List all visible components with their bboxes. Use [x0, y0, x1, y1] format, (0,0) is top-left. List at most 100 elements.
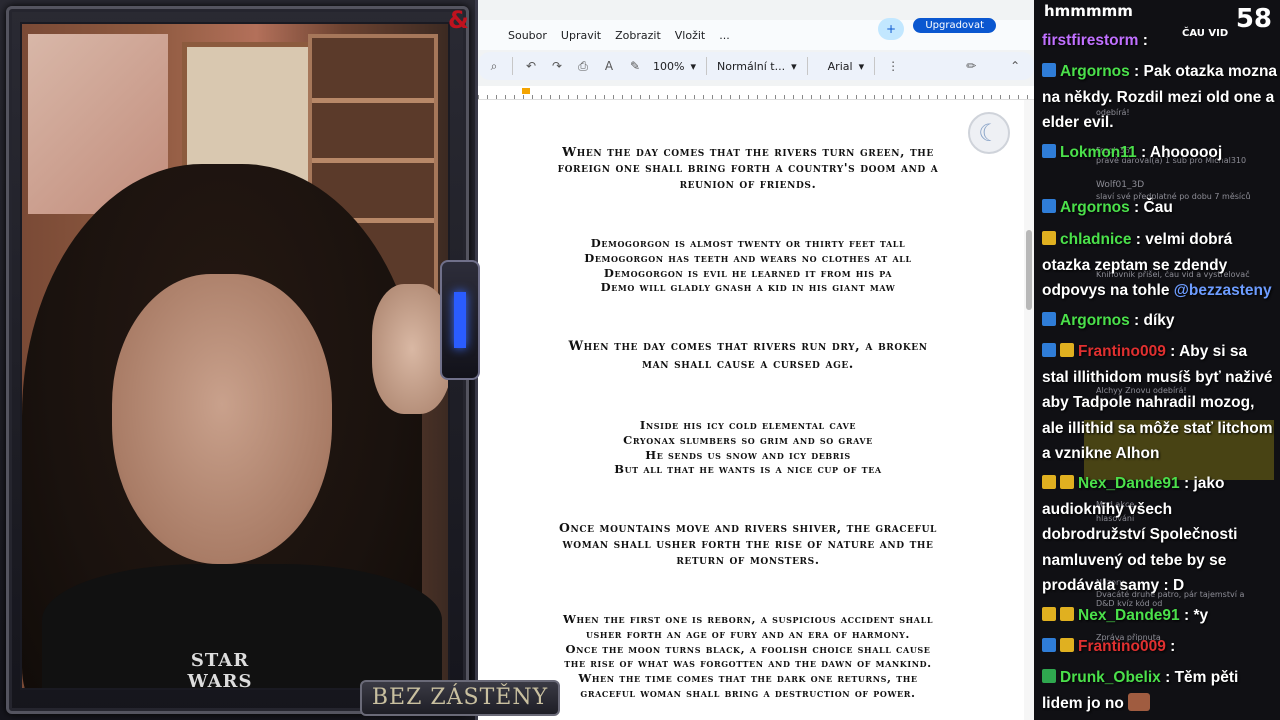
zoom-select[interactable]: 100% ▾	[653, 60, 696, 73]
warning-badge-icon	[1042, 607, 1056, 621]
document-scrollbar[interactable]	[1024, 100, 1034, 720]
ghost-text: Wolf01_3D	[1096, 180, 1145, 190]
toolbar-divider	[806, 57, 808, 75]
chat-username[interactable]: chladnice	[1060, 231, 1132, 248]
verse-line: But all that he wants is a nice cup of t…	[614, 462, 882, 477]
chat-message: Argornos : Čau	[1042, 195, 1278, 221]
scroll-thumb[interactable]	[1026, 230, 1032, 310]
verse-line: woman shall usher forth the rise of natu…	[562, 536, 934, 551]
verse-line: Cryonax slumbers so grim and so grave	[623, 432, 873, 447]
chat-mention[interactable]: @bezzasteny	[1174, 282, 1272, 299]
add-comment-icon[interactable]: +	[878, 18, 904, 40]
chat-username[interactable]: Argornos	[1060, 199, 1130, 216]
zoom-value: 100%	[653, 59, 685, 73]
streamer-face	[112, 274, 332, 564]
chevron-down-icon: ▾	[690, 59, 696, 73]
subscriber-badge-icon	[1042, 63, 1056, 77]
font-select[interactable]: Arial ▾	[828, 60, 864, 73]
print-icon[interactable]: ⎙	[575, 59, 591, 74]
verse-line: When the first one is reborn, a suspicio…	[562, 612, 934, 626]
spellcheck-icon[interactable]: A	[601, 59, 617, 73]
verse-line: the rise of what was forgotten and the d…	[564, 656, 932, 671]
chat-text: díky	[1143, 312, 1175, 329]
verse-line: He sends us snow and icy debris	[645, 447, 851, 462]
menu-edit[interactable]: Upravit	[561, 29, 601, 42]
warning-badge-icon	[1060, 638, 1074, 652]
vip-badge-icon	[1042, 231, 1056, 245]
dnd-logo-icon: &	[448, 6, 469, 34]
chat-username[interactable]: Drunk_Obelix	[1060, 669, 1161, 686]
paint-format-icon[interactable]: ✎	[627, 59, 643, 73]
subscriber-badge-icon	[1042, 638, 1056, 652]
verse-line: Demogorgon is almost twenty or thirty fe…	[590, 236, 906, 250]
chat-username[interactable]: Argornos	[1060, 312, 1130, 329]
chat-username[interactable]: Frantino009	[1078, 343, 1166, 360]
chat-message: chladnice : velmi dobrá otazka zeptam se…	[1042, 231, 1272, 299]
collapse-toolbar-icon[interactable]: ⌃	[1007, 59, 1023, 73]
warning-badge-icon	[1060, 343, 1074, 357]
menu-insert[interactable]: Vložit	[675, 29, 705, 42]
chat-text: jako audioknihy všech dobrodružství Spol…	[1042, 475, 1238, 594]
chat-text: *y	[1193, 607, 1209, 624]
verse-line: graceful woman shall bring a destruction…	[580, 685, 916, 700]
menu-view[interactable]: Zobrazit	[615, 29, 661, 42]
chat-username[interactable]: Nex_Dande91	[1078, 607, 1180, 624]
google-docs-window: Soubor Upravit Zobrazit Vložit ... + Upg…	[478, 0, 1034, 720]
subscriber-badge-icon	[1042, 343, 1056, 357]
subscriber-badge-icon	[1042, 144, 1056, 158]
menu-file[interactable]: Soubor	[508, 29, 547, 42]
verse-line: Demogorgon has teeth and wears no clothe…	[584, 250, 912, 265]
style-select[interactable]: Normální t... ▾	[717, 60, 797, 73]
edit-mode-icon[interactable]: ✏	[963, 59, 979, 73]
chat-message: Nex_Dande91 : jako audioknihy všech dobr…	[1042, 475, 1238, 594]
shirt-logo: STAR WARS	[187, 650, 253, 692]
upgrade-button[interactable]: Upgradovat	[913, 18, 996, 33]
document-page[interactable]: ☾ When the day comes that the rivers tur…	[478, 100, 1024, 720]
streamer-hand	[372, 284, 448, 414]
verse-line: Once mountains move and rivers shiver, t…	[559, 520, 937, 535]
ruler[interactable]	[478, 86, 1034, 100]
verse-line: Demo will gladly gnash a kid in his gian…	[600, 280, 896, 295]
chat-panel: hmmmmm 58 ČAU VID odebírá! Fraql_36 práv…	[1034, 0, 1280, 720]
search-icon[interactable]: ⌕	[486, 59, 502, 74]
chat-username[interactable]: Frantino009	[1078, 638, 1166, 655]
chat-message: Frantino009 : Aby si sa stal illithidom …	[1042, 343, 1273, 462]
subscriber-badge-icon	[1042, 669, 1056, 683]
verse-line: Once the moon turns black, a foolish cho…	[565, 641, 931, 656]
ruler-indent-marker[interactable]	[522, 88, 530, 94]
chat-message: Frantino009 :	[1042, 634, 1278, 660]
chat-username[interactable]: Lokmon11	[1060, 144, 1137, 161]
frame-gem-ornament	[440, 260, 480, 380]
style-value: Normální t...	[716, 59, 786, 73]
more-options-icon[interactable]: ⋮	[885, 59, 901, 73]
chat-message: Nex_Dande91 : *y	[1042, 603, 1278, 629]
undo-icon[interactable]: ↶	[523, 59, 539, 73]
chat-message: Lokmon11 : Ahoooooj	[1042, 140, 1278, 166]
menu-more[interactable]: ...	[719, 29, 730, 42]
stream-banner: BEZ ZÁSTĚNY	[360, 680, 560, 716]
toolbar-divider	[705, 57, 707, 75]
chat-text: Čau	[1143, 199, 1173, 216]
font-value: Arial	[827, 59, 853, 73]
chevron-down-icon: ▾	[791, 59, 797, 73]
verse-line: Demogorgon is evil he learned it from hi…	[603, 265, 893, 280]
verse-line: Inside his icy cold elemental cave	[639, 418, 857, 432]
docs-toolbar: ⌕ ↶ ↷ ⎙ A ✎ 100% ▾ Normální t... ▾ Arial ▾ …	[478, 52, 1034, 80]
verse-block: Demogorgon is almost twenty or thirty fe…	[518, 236, 978, 295]
redo-icon[interactable]: ↷	[549, 59, 565, 73]
chat-message: Argornos : Pak otazka mozna na někdy. Ro…	[1042, 63, 1278, 131]
chat-username[interactable]: Nex_Dande91	[1078, 475, 1180, 492]
crown-badge-icon	[1060, 607, 1074, 621]
verse-line: When the day comes that rivers run dry, …	[568, 339, 928, 354]
verse-line: foreign one shall bring forth a country'…	[557, 160, 939, 175]
chat-text: Aby si sa stal illithidom musíš byť naži…	[1042, 343, 1273, 462]
verse-block: When the day comes that rivers run dry, …	[518, 338, 978, 374]
toolbar-divider	[874, 57, 876, 75]
chat-username[interactable]: firstfirestorm	[1042, 32, 1138, 49]
subscriber-badge-icon	[1042, 199, 1056, 213]
chat-text: Ahoooooj	[1149, 144, 1223, 161]
warning-badge-icon	[1042, 475, 1056, 489]
verse-line: usher forth an age of fury and an era of…	[585, 626, 911, 641]
chat-username[interactable]: Argornos	[1060, 63, 1130, 80]
chat-emote-icon	[1128, 692, 1151, 711]
